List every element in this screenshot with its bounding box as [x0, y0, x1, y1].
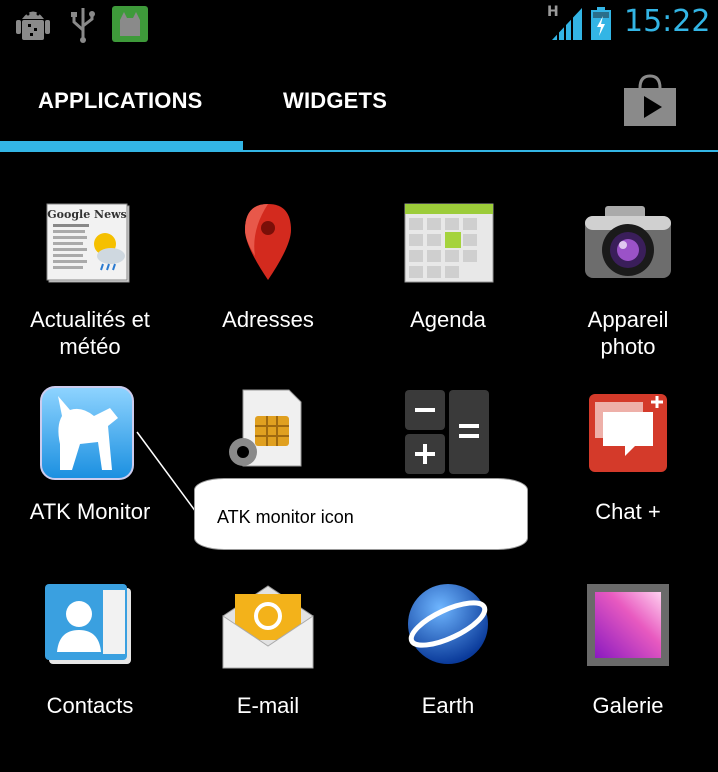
selected-tab-indicator: [0, 141, 243, 150]
app-label: E-mail: [236, 693, 300, 718]
tab-widgets[interactable]: WIDGETS: [283, 88, 387, 114]
email-icon: [222, 585, 314, 669]
tab-applications[interactable]: APPLICATIONS: [38, 88, 203, 114]
app-chat-plus[interactable]: Chat +: [538, 386, 718, 576]
camera-icon: [585, 206, 671, 278]
app-earth[interactable]: Earth: [358, 580, 538, 770]
app-label: Adresses: [222, 307, 314, 332]
annotation-callout: ATK monitor icon: [194, 478, 528, 550]
battery-icon: [591, 7, 611, 40]
android-debug-icon: [16, 11, 50, 40]
app-appareil-photo[interactable]: Appareil photo: [538, 200, 718, 390]
usb-icon: [71, 8, 95, 43]
status-bar: H 15:22: [0, 0, 718, 50]
app-label: Earth: [421, 693, 475, 718]
news-weather-icon: Google News: [46, 203, 130, 283]
calculator-icon: [405, 390, 489, 474]
atk-monitor-cat-icon: [40, 386, 134, 480]
app-label: Galerie: [592, 693, 664, 718]
app-notification-icon: [112, 6, 148, 42]
app-agenda[interactable]: Agenda: [358, 200, 538, 390]
app-actualites-meteo[interactable]: Google News Actualités et météo: [0, 200, 180, 390]
app-label: Actualités et météo: [30, 307, 150, 359]
signal-icon: [552, 8, 582, 40]
chat-plus-icon: [589, 394, 667, 472]
app-atk-monitor[interactable]: ATK Monitor: [0, 386, 180, 576]
app-contacts[interactable]: Contacts: [0, 580, 180, 770]
sim-toolkit-icon: [229, 389, 302, 467]
maps-pin-icon: [245, 204, 291, 280]
app-label: Contacts: [46, 693, 134, 718]
app-galerie[interactable]: Galerie: [538, 580, 718, 770]
status-clock: 15:22: [624, 4, 711, 39]
app-label: ATK Monitor: [29, 499, 151, 524]
tab-bar: APPLICATIONS WIDGETS: [0, 50, 718, 154]
app-label: Appareil photo: [587, 307, 669, 359]
svg-text:Google News: Google News: [47, 208, 126, 221]
gallery-icon: [587, 584, 669, 666]
callout-text: ATK monitor icon: [217, 507, 354, 527]
tab-divider-line: [0, 150, 718, 152]
calendar-icon: [404, 203, 494, 283]
app-email[interactable]: E-mail: [178, 580, 358, 770]
earth-globe-icon: [408, 584, 488, 664]
contacts-icon: [45, 584, 131, 664]
app-label: Chat +: [595, 499, 661, 524]
play-store-icon[interactable]: [622, 74, 678, 128]
app-adresses[interactable]: Adresses: [178, 200, 358, 390]
app-label: Agenda: [410, 307, 486, 332]
